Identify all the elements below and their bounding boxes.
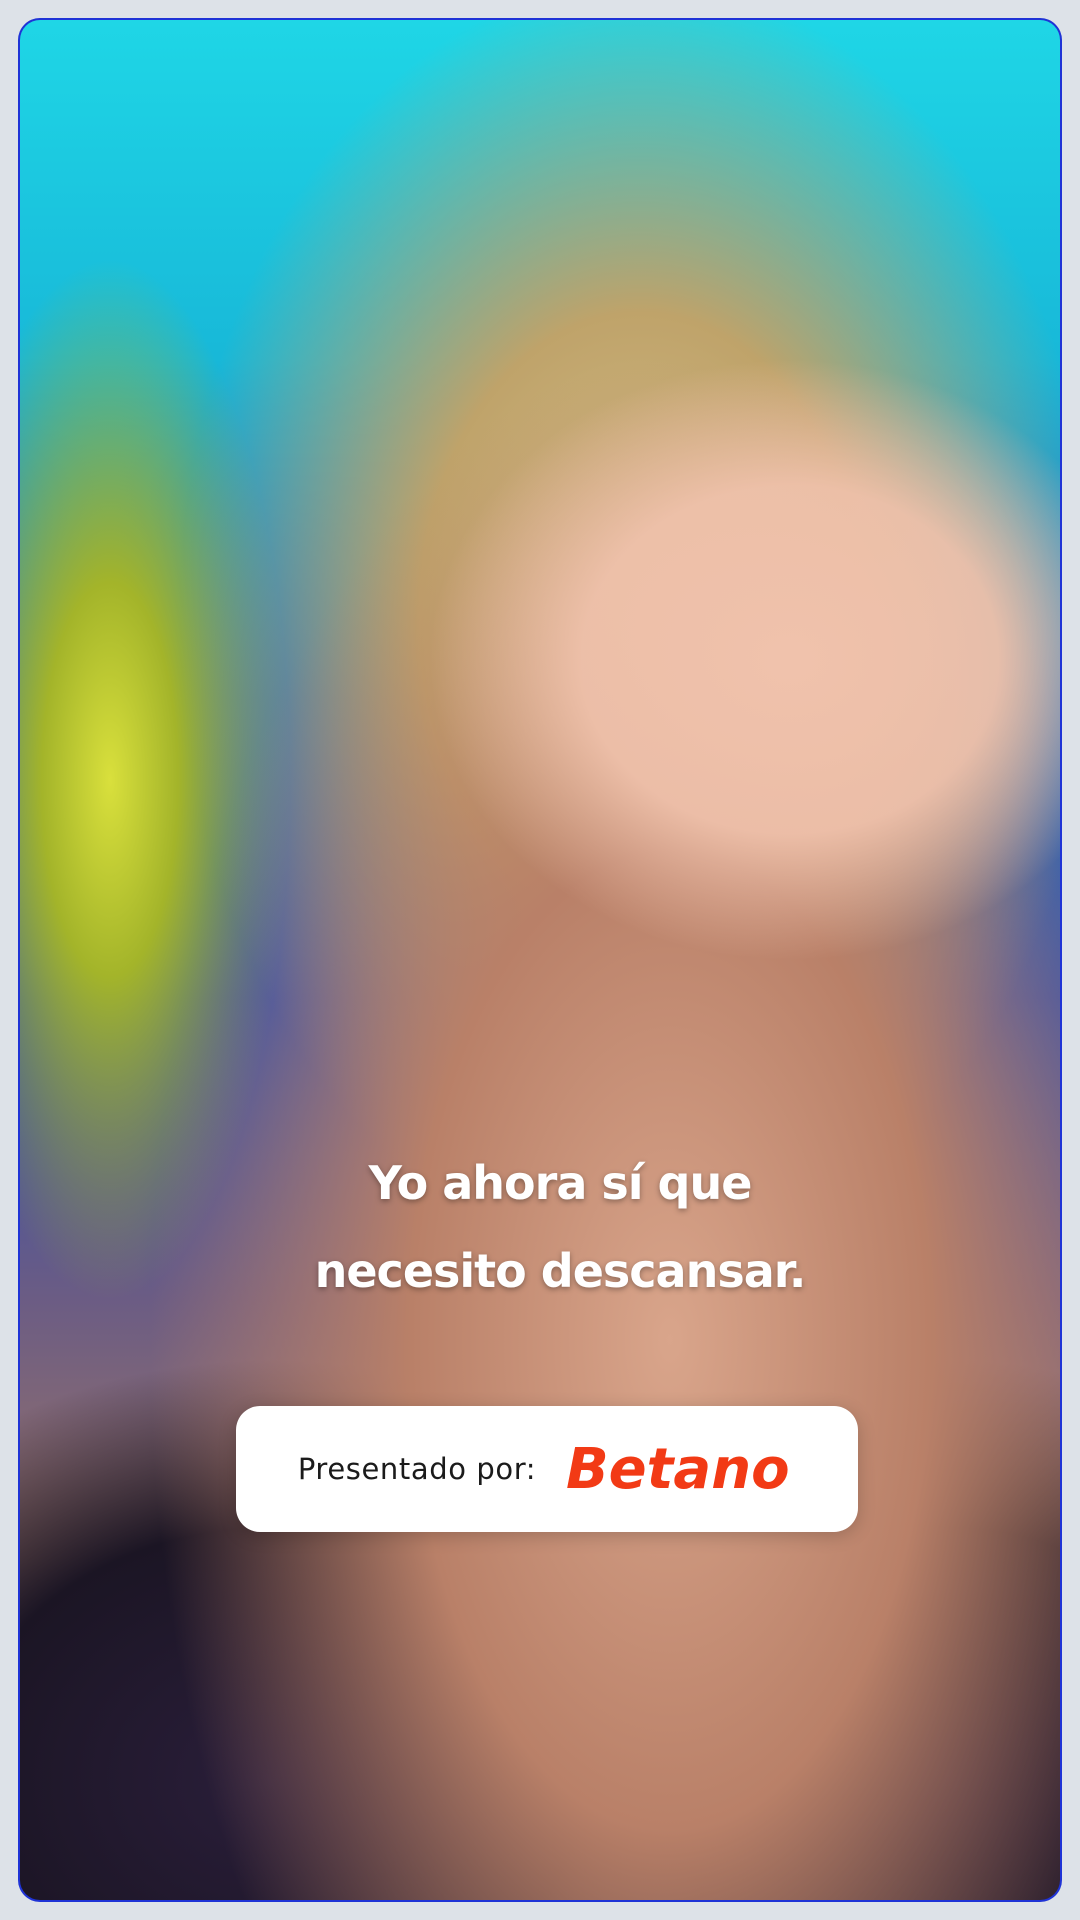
video-frame: Yo ahora sí que necesito descansar. <box>18 18 1062 1902</box>
betano-logo-text: Betano <box>566 1439 790 1499</box>
betano-logo: Betano <box>566 1439 790 1499</box>
video-still-woman-talking[interactable]: Yo ahora sí que necesito descansar. <box>20 20 1060 1900</box>
sponsor-banner[interactable]: Presentado por: Betano <box>236 1406 858 1532</box>
caption-subtitle: Yo ahora sí que necesito descansar. <box>20 1160 1060 1336</box>
sponsor-label: Presentado por: <box>297 1452 537 1486</box>
caption-line-2: necesito descansar. <box>314 1244 807 1298</box>
caption-line-1: Yo ahora sí que <box>368 1156 753 1210</box>
